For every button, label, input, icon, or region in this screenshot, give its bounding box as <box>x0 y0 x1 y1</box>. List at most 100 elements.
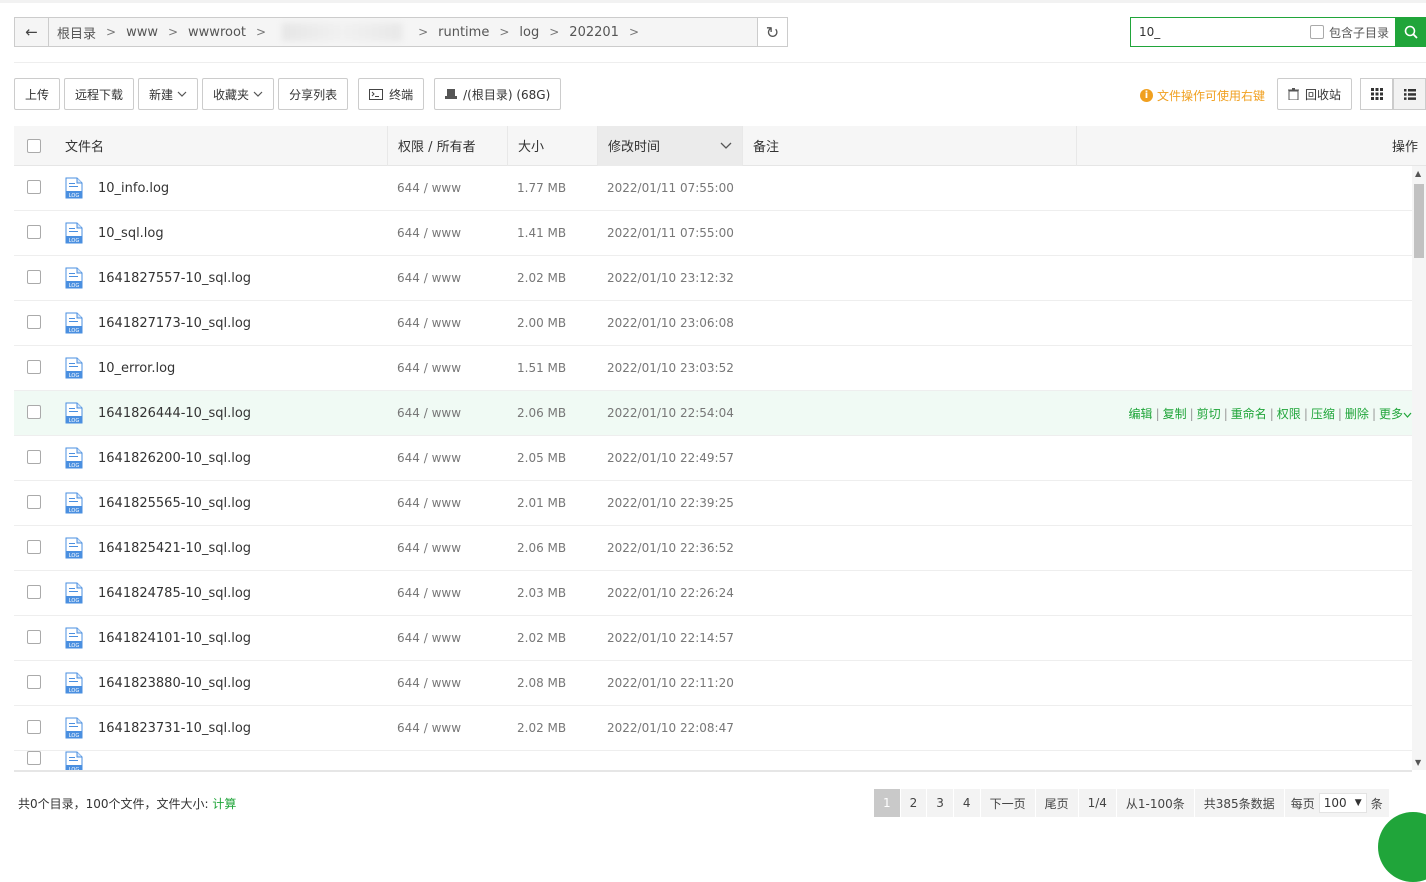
table-row[interactable]: LOG 10_info.log 644 / www 1.77 MB 2022/0… <box>14 166 1412 211</box>
per-page-select[interactable]: 100 ▼ <box>1318 793 1367 813</box>
header-filename[interactable]: 文件名 <box>54 125 388 166</box>
crumb-wwwroot[interactable]: wwwroot <box>188 25 246 40</box>
vertical-scrollbar[interactable]: ▲ ▼ <box>1412 166 1426 770</box>
row-action-2[interactable]: 剪切 <box>1197 407 1221 421</box>
permission-cell[interactable]: 644 / www <box>388 406 508 420</box>
table-row[interactable]: LOG 1641827557-10_sql.log 644 / www 2.02… <box>14 256 1412 301</box>
row-checkbox[interactable] <box>27 179 41 194</box>
permission-cell[interactable]: 644 / www <box>388 586 508 600</box>
permission-cell[interactable]: 644 / www <box>388 361 508 375</box>
row-checkbox[interactable] <box>27 314 41 329</box>
page-3[interactable]: 3 <box>926 789 953 817</box>
scrollbar-thumb[interactable] <box>1414 184 1424 258</box>
filename[interactable]: 1641824785-10_sql.log <box>98 586 251 601</box>
crumb-log[interactable]: log <box>519 25 539 40</box>
terminal-button[interactable]: 终端 <box>358 78 425 110</box>
filename[interactable]: 1641823880-10_sql.log <box>98 676 251 691</box>
table-row[interactable]: LOG 10_sql.log 644 / www 1.41 MB 2022/01… <box>14 211 1412 256</box>
row-checkbox[interactable] <box>27 269 41 284</box>
header-permission[interactable]: 权限 / 所有者 <box>388 125 508 166</box>
row-checkbox[interactable] <box>27 359 41 374</box>
permission-cell[interactable]: 644 / www <box>388 226 508 240</box>
row-checkbox[interactable] <box>27 584 41 599</box>
grid-view-button[interactable] <box>1360 78 1393 110</box>
row-checkbox[interactable] <box>27 404 41 419</box>
table-row[interactable]: LOG 1641823731-10_sql.log 644 / www 2.02… <box>14 706 1412 751</box>
row-action-5[interactable]: 压缩 <box>1311 407 1335 421</box>
permission-cell[interactable]: 644 / www <box>388 181 508 195</box>
share-list-button[interactable]: 分享列表 <box>278 78 349 110</box>
table-row[interactable]: LOG 1641824785-10_sql.log 644 / www 2.03… <box>14 571 1412 616</box>
list-view-button[interactable] <box>1393 78 1426 110</box>
table-row[interactable]: LOG 1641825421-10_sql.log 644 / www 2.06… <box>14 526 1412 571</box>
filename[interactable]: 10_error.log <box>98 361 175 376</box>
filename[interactable]: 1641827557-10_sql.log <box>98 271 251 286</box>
back-button[interactable]: ← <box>15 18 49 46</box>
filename[interactable]: 10_sql.log <box>98 226 164 241</box>
permission-cell[interactable]: 644 / www <box>388 631 508 645</box>
permission-cell[interactable]: 644 / www <box>388 721 508 735</box>
permission-cell[interactable]: 644 / www <box>388 451 508 465</box>
upload-button[interactable]: 上传 <box>14 78 61 110</box>
filename[interactable]: 1641823731-10_sql.log <box>98 721 251 736</box>
permission-cell[interactable]: 644 / www <box>388 676 508 690</box>
include-subdir-toggle[interactable]: 包含子目录 <box>1309 24 1389 41</box>
filename[interactable]: 1641825421-10_sql.log <box>98 541 251 556</box>
filename[interactable]: 1641824101-10_sql.log <box>98 631 251 646</box>
row-action-4[interactable]: 权限 <box>1277 407 1301 421</box>
row-action-6[interactable]: 删除 <box>1345 407 1369 421</box>
refresh-button[interactable]: ↻ <box>757 18 787 46</box>
row-checkbox[interactable] <box>27 539 41 554</box>
row-action-7[interactable]: 更多 <box>1379 407 1403 421</box>
table-row[interactable]: LOG 1641826200-10_sql.log 644 / www 2.05… <box>14 436 1412 481</box>
disk-button[interactable]: /(根目录) (68G) <box>434 78 562 110</box>
chevron-down-icon[interactable] <box>1403 407 1412 421</box>
next-page-button[interactable]: 下一页 <box>979 789 1035 817</box>
favorites-button[interactable]: 收藏夹 <box>202 78 275 110</box>
recycle-bin-button[interactable]: 回收站 <box>1277 78 1353 110</box>
select-all-checkbox[interactable] <box>27 138 41 153</box>
last-page-button[interactable]: 尾页 <box>1034 789 1078 817</box>
row-checkbox[interactable] <box>27 629 41 644</box>
crumb-root[interactable]: 根目录 <box>57 23 96 42</box>
row-checkbox[interactable] <box>27 494 41 509</box>
row-checkbox[interactable] <box>27 449 41 464</box>
scroll-up-icon[interactable]: ▲ <box>1415 169 1421 178</box>
permission-cell[interactable]: 644 / www <box>388 271 508 285</box>
row-checkbox[interactable] <box>27 224 41 239</box>
crumb-202201[interactable]: 202201 <box>569 25 619 40</box>
table-row[interactable]: LOG 10_error.log 644 / www 1.51 MB 2022/… <box>14 346 1412 391</box>
filename[interactable]: 1641826444-10_sql.log <box>98 406 251 421</box>
page-4[interactable]: 4 <box>952 789 980 817</box>
crumb-runtime[interactable]: runtime <box>438 25 489 40</box>
filename[interactable]: 1641825565-10_sql.log <box>98 496 251 511</box>
page-1[interactable]: 1 <box>873 789 900 817</box>
row-action-1[interactable]: 复制 <box>1163 407 1187 421</box>
page-2[interactable]: 2 <box>899 789 927 817</box>
permission-cell[interactable]: 644 / www <box>388 541 508 555</box>
table-row[interactable]: LOG 1641827173-10_sql.log 644 / www 2.00… <box>14 301 1412 346</box>
row-checkbox[interactable] <box>27 751 41 765</box>
header-modified-time[interactable]: 修改时间 <box>598 125 743 166</box>
new-button[interactable]: 新建 <box>138 78 199 110</box>
filename[interactable]: 1641826200-10_sql.log <box>98 451 251 466</box>
search-button[interactable] <box>1396 17 1426 47</box>
scroll-down-icon[interactable]: ▼ <box>1415 758 1421 767</box>
table-row-partial[interactable]: LOG <box>14 751 1412 770</box>
crumb-www[interactable]: www <box>126 25 158 40</box>
calculate-size-link[interactable]: 计算 <box>212 797 236 811</box>
permission-cell[interactable]: 644 / www <box>388 316 508 330</box>
table-row[interactable]: LOG 1641823880-10_sql.log 644 / www 2.08… <box>14 661 1412 706</box>
header-size[interactable]: 大小 <box>508 125 598 166</box>
row-checkbox[interactable] <box>27 719 41 734</box>
filename[interactable]: 1641827173-10_sql.log <box>98 316 251 331</box>
remote-download-button[interactable]: 远程下载 <box>64 78 135 110</box>
row-action-0[interactable]: 编辑 <box>1129 407 1153 421</box>
floating-action-button[interactable] <box>1378 812 1426 882</box>
row-checkbox[interactable] <box>27 674 41 689</box>
table-row[interactable]: LOG 1641824101-10_sql.log 644 / www 2.02… <box>14 616 1412 661</box>
include-subdir-checkbox[interactable] <box>1309 25 1324 39</box>
table-row[interactable]: LOG 1641825565-10_sql.log 644 / www 2.01… <box>14 481 1412 526</box>
search-input[interactable] <box>1131 19 1310 45</box>
table-row[interactable]: LOG 1641826444-10_sql.log 644 / www 2.06… <box>14 391 1412 436</box>
